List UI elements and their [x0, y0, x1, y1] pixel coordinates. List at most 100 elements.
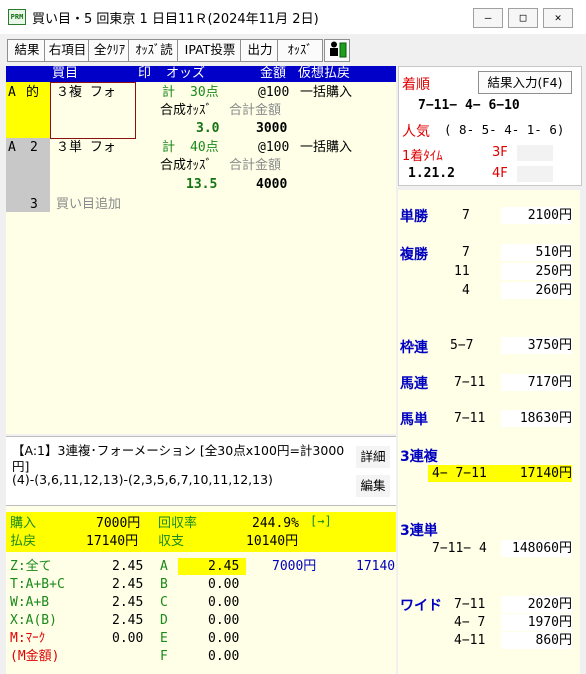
synth-odds-value: 13.5: [186, 177, 218, 192]
filter-value: 2.45: [112, 559, 144, 574]
payout-value: 2100円: [501, 207, 572, 224]
payout-combo: 4−11: [454, 633, 486, 648]
filter-value: 2.45: [112, 577, 144, 592]
filter-label[interactable]: Z:全て: [10, 558, 52, 575]
payout-combo: 7: [462, 208, 470, 223]
minimize-button[interactable]: —: [473, 8, 503, 28]
payout-label-sanrentan: 3連単: [400, 523, 438, 539]
payout-combo: 7−11: [454, 375, 486, 390]
header-mark: 印: [138, 66, 152, 81]
group-value: 0.00: [208, 631, 240, 646]
window-title: 買い目・5 回東京 1 日目11Ｒ(2024年11月 2日): [32, 12, 319, 27]
unit-amount: @100: [258, 85, 290, 100]
row-num: 2: [30, 140, 38, 155]
purchase-value: 7000円: [96, 516, 141, 531]
unit-amount: @100: [258, 140, 290, 155]
f3-field[interactable]: [517, 145, 553, 161]
payout-label-sanrenpuku: 3連複: [400, 449, 438, 465]
total-amount-value: 3000: [256, 121, 288, 136]
group-label[interactable]: B: [160, 576, 168, 593]
payout-label-wakuren: 枠連: [400, 340, 428, 356]
output-button[interactable]: 出力: [240, 39, 280, 62]
payout-label-tansho: 単勝: [400, 209, 428, 225]
synth-odds-label: 合成ｵｯｽﾞ: [160, 158, 213, 173]
filter-label[interactable]: T:A+B+C: [10, 576, 65, 593]
refund-label: 払戻: [10, 534, 37, 549]
payout-combo: 5−7: [450, 338, 474, 353]
f3-label: 3F: [492, 145, 508, 160]
payout-combo: 4− 7: [454, 615, 486, 630]
group-label[interactable]: F: [160, 648, 168, 665]
payout-value: 17140円: [501, 465, 572, 482]
memo-line3: (4)-(3,6,11,12,13)-(2,3,5,6,7,10,11,12,1…: [12, 472, 273, 487]
group-value: 0.00: [208, 649, 240, 664]
result-input-button[interactable]: 結果入力(F4): [478, 71, 572, 94]
close-button[interactable]: ✕: [543, 8, 573, 28]
payout-value: 260円: [501, 282, 572, 299]
synth-odds-label: 合成ｵｯｽﾞ: [160, 103, 213, 118]
group-label[interactable]: D: [160, 612, 168, 629]
row-num: 的: [26, 85, 40, 100]
payout-combo: 4− 7−11: [432, 466, 487, 481]
payout-combo: 7−11: [454, 411, 486, 426]
f4-field[interactable]: [517, 166, 553, 182]
payout-label-fukusho: 複勝: [400, 247, 428, 263]
odds-label: 計: [162, 140, 176, 155]
detail-button[interactable]: 詳細: [356, 446, 390, 468]
total-amount-label: 合計金額: [229, 158, 282, 173]
filter-value: 0.00: [112, 631, 144, 646]
ipat-vote-button[interactable]: IPAT投票: [177, 39, 243, 62]
f4-label: 4F: [492, 166, 508, 181]
header-bet: 買目: [52, 66, 79, 81]
recovery-label: 回収率: [158, 516, 198, 531]
group-value: 2.45: [208, 559, 240, 574]
odds-button[interactable]: ｵｯｽﾞ: [277, 39, 323, 62]
header-mode: 仮想払戻: [298, 66, 351, 81]
recovery-value: 244.9%: [252, 516, 299, 531]
filter-label[interactable]: X:A(B): [10, 612, 57, 629]
payout-value: 18630円: [501, 410, 572, 427]
header-amount: 金額: [260, 66, 287, 81]
payout-value: 510円: [501, 244, 572, 261]
payout-combo: 7−11: [454, 597, 486, 612]
payout-value: 860円: [501, 632, 572, 649]
read-odds-button[interactable]: ｵｯｽﾞ読: [128, 39, 180, 62]
filter-label[interactable]: W:A+B: [10, 594, 49, 611]
right-items-button[interactable]: 右項目: [44, 39, 91, 62]
group-value: 0.00: [208, 595, 240, 610]
purchase-label: 購入: [10, 516, 37, 531]
odds-points: 30点: [190, 85, 219, 100]
group-label[interactable]: C: [160, 594, 168, 611]
detail-arrow-link[interactable]: [→]: [310, 513, 332, 530]
payout-value: 1970円: [501, 614, 572, 631]
group-label[interactable]: A: [160, 558, 168, 575]
finish-order: 7−11− 4− 6−10: [418, 98, 520, 113]
payout-combo: 7: [462, 245, 470, 260]
winning-time: 1.21.2: [408, 166, 455, 181]
time-label: 1着ﾀｲﾑ: [402, 149, 443, 164]
clear-all-button[interactable]: 全ｸﾘｱ: [88, 39, 131, 62]
group-amount: 7000円: [272, 559, 317, 574]
edit-button[interactable]: 編集: [356, 475, 390, 497]
payout-combo: 11: [454, 264, 470, 279]
filter-label[interactable]: (M金額): [10, 648, 59, 665]
add-bet-row[interactable]: 買い目追加: [56, 196, 121, 213]
person-icon-button[interactable]: [324, 39, 350, 62]
group-refund: 17140: [356, 559, 396, 574]
filter-label[interactable]: M:ﾏｰｸ: [10, 630, 45, 647]
header-odds: オッズ: [166, 66, 206, 81]
bet-table-header: 買目 印 オッズ 金額 仮想払戻: [6, 66, 396, 82]
results-button[interactable]: 結果: [7, 39, 47, 62]
balance-value: 10140円: [246, 534, 299, 549]
payout-value: 250円: [501, 263, 572, 280]
row-id: A: [8, 140, 16, 155]
bet-type: ３複 フォ: [56, 85, 116, 100]
payout-value: 7170円: [501, 374, 572, 391]
purchase-mode: 一括購入: [300, 140, 353, 155]
filter-value: 2.45: [112, 613, 144, 628]
maximize-button[interactable]: □: [508, 8, 538, 28]
row-selector[interactable]: [6, 196, 50, 212]
popularity-value: ( 8- 5- 4- 1- 6): [444, 122, 565, 137]
payout-label-umatan: 馬単: [400, 412, 428, 428]
group-label[interactable]: E: [160, 630, 168, 647]
